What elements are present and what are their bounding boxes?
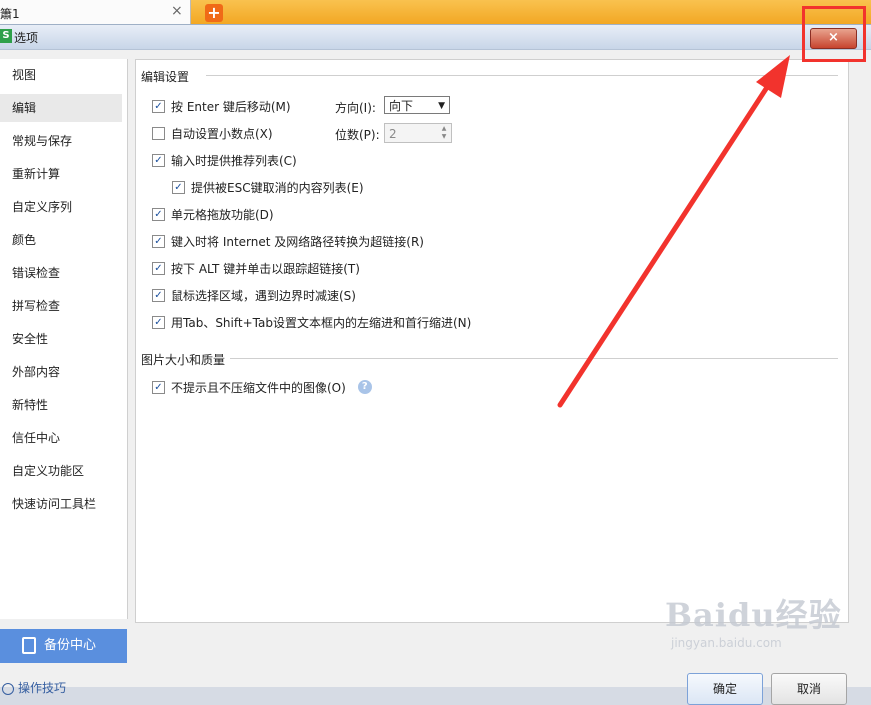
option-no-compress[interactable]: ✓ 不提示且不压缩文件中的图像(O) ? bbox=[152, 378, 372, 396]
checkbox-checked[interactable]: ✓ bbox=[152, 234, 165, 248]
nav-item-security[interactable]: 安全性 bbox=[0, 325, 122, 353]
options-dialog: S 选项 × 视图 编辑 常规与保存 重新计算 自定义序列 颜色 错误检查 拼写… bbox=[0, 24, 871, 705]
option-hyperlink-convert[interactable]: ✓ 键入时将 Internet 及网络路径转换为超链接(R) bbox=[152, 232, 424, 250]
section-divider bbox=[206, 75, 838, 76]
section-divider bbox=[230, 358, 838, 359]
nav-item-custom-lists[interactable]: 自定义序列 bbox=[0, 193, 122, 221]
checkbox-checked[interactable]: ✓ bbox=[152, 207, 165, 221]
nav-item-view[interactable]: 视图 bbox=[0, 61, 122, 89]
option-autocomplete[interactable]: ✓ 输入时提供推荐列表(C) bbox=[152, 151, 297, 169]
dialog-title: 选项 bbox=[14, 31, 39, 45]
option-enter-move[interactable]: ✓ 按 Enter 键后移动(M) bbox=[152, 97, 291, 115]
option-esc-list[interactable]: ✓ 提供被ESC键取消的内容列表(E) bbox=[172, 178, 364, 196]
direction-select[interactable]: 向下 ▼ bbox=[384, 96, 450, 114]
dialog-titlebar: S 选项 × bbox=[0, 25, 871, 50]
help-icon[interactable]: ? bbox=[357, 380, 372, 394]
option-auto-decimal[interactable]: 自动设置小数点(X) bbox=[152, 124, 273, 142]
nav-item-new-features[interactable]: 新特性 bbox=[0, 391, 122, 419]
app-icon: S bbox=[0, 29, 12, 43]
watermark-logo: Baidu经验 bbox=[665, 596, 842, 634]
tab-close-icon[interactable]: × bbox=[171, 3, 183, 19]
checkbox-checked[interactable]: ✓ bbox=[152, 288, 165, 302]
checkbox-checked[interactable]: ✓ bbox=[152, 315, 165, 329]
tips-icon bbox=[2, 682, 14, 695]
nav-item-spell-check[interactable]: 拼写检查 bbox=[0, 292, 122, 320]
tips-link[interactable]: 操作技巧 bbox=[2, 679, 66, 696]
option-alt-click[interactable]: ✓ 按下 ALT 键并单击以跟踪超链接(T) bbox=[152, 259, 360, 277]
nav-item-error-check[interactable]: 错误检查 bbox=[0, 259, 122, 287]
dialog-close-button[interactable]: × bbox=[810, 28, 857, 49]
chevron-down-icon: ▼ bbox=[438, 101, 445, 111]
checkbox-checked[interactable]: ✓ bbox=[152, 153, 165, 167]
options-nav: 视图 编辑 常规与保存 重新计算 自定义序列 颜色 错误检查 拼写检查 安全性 … bbox=[0, 59, 128, 619]
document-icon bbox=[22, 637, 36, 654]
checkbox-checked[interactable]: ✓ bbox=[152, 380, 165, 394]
nav-item-recalculate[interactable]: 重新计算 bbox=[0, 160, 122, 188]
edit-settings-title: 编辑设置 bbox=[141, 70, 190, 84]
nav-item-trust-center[interactable]: 信任中心 bbox=[0, 424, 122, 452]
watermark-url: jingyan.baidu.com bbox=[671, 636, 782, 650]
nav-item-edit[interactable]: 编辑 bbox=[0, 94, 122, 122]
edit-settings-panel: 编辑设置 ✓ 按 Enter 键后移动(M) 方向(I): 向下 ▼ 自动设置小… bbox=[135, 59, 849, 623]
nav-item-general-save[interactable]: 常规与保存 bbox=[0, 127, 122, 155]
nav-item-quick-access-toolbar[interactable]: 快速访问工具栏 bbox=[0, 490, 122, 518]
watermark: Baidu经验 jingyan.baidu.com bbox=[665, 590, 865, 660]
digits-label: 位数(P): bbox=[335, 128, 380, 142]
nav-item-color[interactable]: 颜色 bbox=[0, 226, 122, 254]
nav-item-customize-ribbon[interactable]: 自定义功能区 bbox=[0, 457, 122, 485]
checkbox-checked[interactable]: ✓ bbox=[152, 261, 165, 275]
image-settings-title: 图片大小和质量 bbox=[141, 353, 226, 367]
spinner-arrows-icon[interactable]: ▲ ▼ bbox=[438, 125, 450, 141]
checkbox-unchecked[interactable] bbox=[152, 126, 165, 140]
option-drag-drop[interactable]: ✓ 单元格拖放功能(D) bbox=[152, 205, 274, 223]
direction-label: 方向(I): bbox=[335, 101, 376, 115]
option-tab-indent[interactable]: ✓ 用Tab、Shift+Tab设置文本框内的左缩进和首行缩进(N) bbox=[152, 313, 471, 331]
checkbox-checked[interactable]: ✓ bbox=[152, 99, 165, 113]
digits-spinner[interactable]: 2 ▲ ▼ bbox=[384, 123, 452, 143]
checkbox-checked[interactable]: ✓ bbox=[172, 180, 185, 194]
nav-item-external-content[interactable]: 外部内容 bbox=[0, 358, 122, 386]
new-tab-button[interactable]: + bbox=[205, 4, 223, 22]
backup-center-button[interactable]: 备份中心 bbox=[0, 629, 127, 663]
document-tab-title: 簫1 bbox=[0, 7, 20, 21]
document-tab-bar: 簫1 × + bbox=[0, 0, 871, 26]
ok-button[interactable]: 确定 bbox=[687, 673, 763, 705]
cancel-button[interactable]: 取消 bbox=[771, 673, 847, 705]
option-mouse-slowdown[interactable]: ✓ 鼠标选择区域，遇到边界时减速(S) bbox=[152, 286, 356, 304]
document-tab[interactable]: 簫1 × bbox=[0, 0, 191, 26]
